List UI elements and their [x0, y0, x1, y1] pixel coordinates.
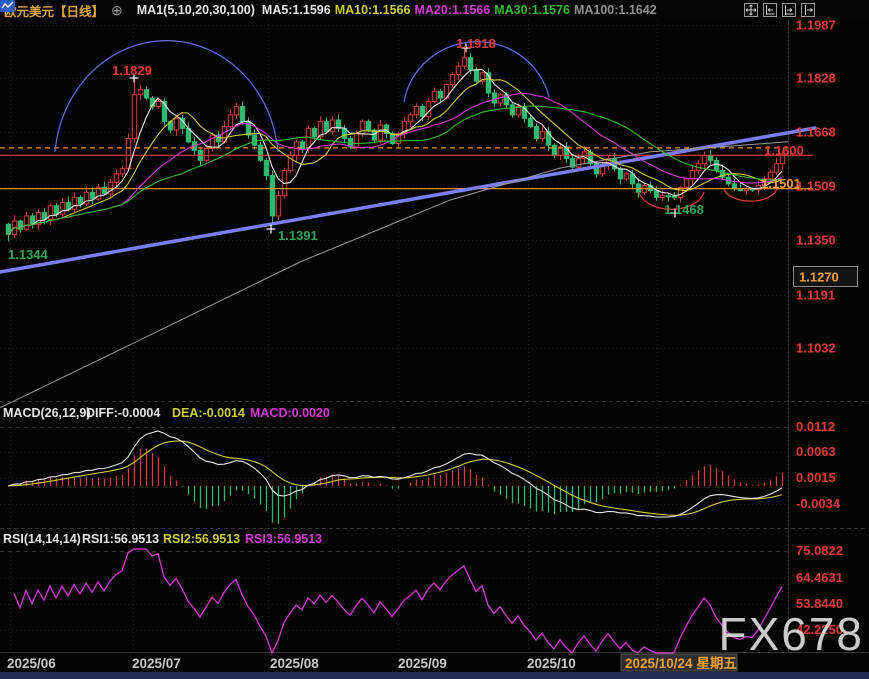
rsi-readout: RSI3:56.9513	[245, 532, 322, 546]
chart-header: 欧元美元 【日线】 ⊕ MA1(5,10,20,30,100) MA5:1.15…	[0, 0, 869, 20]
ma-readout: MA5:1.1596	[262, 3, 331, 17]
price-annotation: 1.1918	[456, 36, 496, 51]
ma-readout: MA20:1.1566	[414, 3, 490, 17]
ma-readouts: MA5:1.1596 MA10:1.1566MA20:1.1566 MA30:1.1…	[262, 3, 661, 17]
macd-label: MACD(26,12,9)	[3, 406, 91, 420]
rsi-readout: RSI2:56.9513	[163, 532, 240, 546]
price-axis-label: 1.1509	[796, 179, 836, 194]
macd-readout: DEA:-0.0014	[172, 406, 245, 420]
price-axis-label: 1.1828	[796, 71, 836, 86]
macd-axis-label: 0.0015	[796, 470, 836, 485]
ma-readout: MA30:1.1576	[494, 3, 570, 17]
price-axis-label: 1.1032	[796, 341, 836, 356]
rsi-label: RSI(14,14,14)	[3, 532, 81, 546]
annotation-arc	[55, 41, 278, 152]
macd-axis-label: 0.0063	[796, 444, 836, 459]
ma-lines-layer	[0, 69, 788, 407]
rsi-readout: RSI1:56.9513	[82, 532, 159, 546]
rsi-axis-label: 64.4631	[796, 570, 843, 585]
chart-canvas[interactable]: 1.1829 1.1918 1.1391 1.1344 1.1468 1.1600 1.15…	[0, 0, 869, 679]
period-tag: 【日线】	[54, 1, 104, 20]
current-price-label: 1.1270	[799, 270, 839, 285]
price-annotation: 1.1829	[112, 63, 152, 78]
macd-readout: MACD:0.0020	[250, 406, 330, 420]
ma-group-label: MA1(5,10,20,30,100)	[137, 3, 255, 17]
price-axis: 1.19871.18281.16681.15091.13501.11911.10…	[794, 18, 858, 356]
chart-toolbar	[744, 3, 869, 17]
price-annotation: 1.1501	[761, 176, 801, 191]
x-axis-label: 2025/09	[398, 656, 447, 671]
macd-panel	[8, 431, 783, 524]
price-axis-label: 1.1191	[796, 288, 835, 303]
x-axis-label: 2025/07	[132, 656, 181, 671]
x-axis-label: 2025/06	[7, 656, 56, 671]
price-annotation: 1.1600	[764, 143, 804, 158]
watermark: FX678	[718, 608, 864, 660]
shift-right-icon[interactable]	[801, 3, 815, 17]
move-tool-icon[interactable]	[744, 3, 758, 17]
price-annotation: 1.1344	[8, 247, 49, 262]
rsi-axis-label: 75.0822	[796, 543, 843, 558]
fit-axis-right-icon[interactable]	[782, 3, 796, 17]
horizontal-price-lines	[0, 148, 813, 189]
bottom-strip	[0, 672, 869, 679]
price-axis-label: 1.1350	[796, 233, 836, 248]
macd-axis-label: 0.0112	[796, 419, 835, 434]
x-axis: 2025/062025/072025/082025/092025/102025/…	[7, 654, 737, 671]
price-annotation: 1.1391	[278, 228, 318, 243]
price-annotation: 1.1468	[664, 202, 704, 217]
macd-axis-label: -0.0034	[796, 496, 841, 511]
price-axis-label: 1.1668	[796, 125, 836, 140]
fit-axis-left-icon[interactable]	[763, 3, 777, 17]
ma-readout: MA10:1.1566	[335, 3, 411, 17]
ma-readout: MA100:1.1642	[574, 3, 657, 17]
expand-icon[interactable]: ⊕	[111, 3, 123, 17]
trendline	[0, 128, 815, 272]
x-axis-label: 2025/10	[527, 656, 576, 671]
gridlines	[0, 20, 869, 653]
macd-readout: DIFF:-0.0004	[86, 406, 160, 420]
x-axis-label: 2025/08	[270, 656, 319, 671]
trading-app-window: 1.1829 1.1918 1.1391 1.1344 1.1468 1.1600 1.15…	[0, 0, 869, 679]
rsi-header: RSI(14,14,14)RSI1:56.9513 RSI2:56.9513 RSI…	[3, 532, 843, 637]
